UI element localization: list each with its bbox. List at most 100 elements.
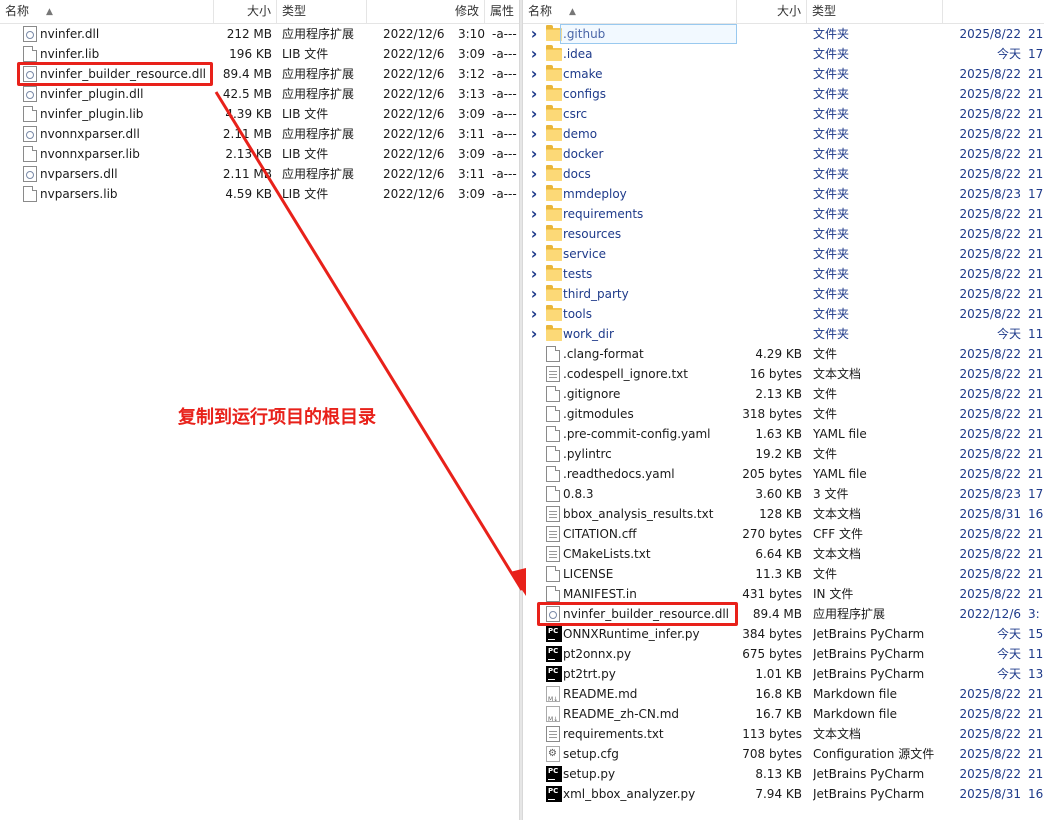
column-header-modified[interactable]: [943, 0, 1044, 23]
file-row[interactable]: › docs 文件夹 2025/8/22 21:: [523, 164, 1044, 184]
file-row[interactable]: › .idea 文件夹 今天 17:: [523, 44, 1044, 64]
text-doc-icon: [546, 546, 560, 562]
column-header-row: 名称 ▲ 大小 类型: [523, 0, 1044, 24]
chevron-right-icon[interactable]: ›: [528, 266, 540, 282]
file-row[interactable]: nvinfer_plugin.lib 4.39 KB LIB 文件 2022/12/6…: [0, 104, 519, 124]
chevron-right-icon[interactable]: ›: [528, 86, 540, 102]
file-size: 89.4 MB: [222, 67, 272, 81]
sort-ascending-icon: ▲: [569, 7, 576, 17]
chevron-right-icon[interactable]: ›: [528, 206, 540, 222]
chevron-right-icon[interactable]: ›: [528, 166, 540, 182]
column-header-name[interactable]: 名称 ▲: [0, 0, 214, 23]
file-time: 21:: [1028, 127, 1044, 141]
file-row[interactable]: nvonnxparser.dll 2.11 MB 应用程序扩展 2022/12/6 3:…: [0, 124, 519, 144]
chevron-right-icon[interactable]: ›: [528, 26, 540, 42]
file-row[interactable]: › requirements 文件夹 2025/8/22 21:: [523, 204, 1044, 224]
file-type: 文件夹: [813, 167, 850, 181]
file-row[interactable]: .gitignore 2.13 KB 文件 2025/8/22 21:: [523, 384, 1044, 404]
chevron-right-icon[interactable]: ›: [528, 246, 540, 262]
file-row[interactable]: LICENSE 11.3 KB 文件 2025/8/22 21:: [523, 564, 1044, 584]
chevron-right-icon[interactable]: ›: [528, 66, 540, 82]
file-date: 今天: [996, 647, 1021, 661]
chevron-right-icon[interactable]: ›: [528, 106, 540, 122]
file-row[interactable]: PC setup.py 8.13 KB JetBrains PyCharm 2025/8…: [523, 764, 1044, 784]
file-row[interactable]: MANIFEST.in 431 bytes IN 文件 2025/8/22 21:: [523, 584, 1044, 604]
chevron-right-icon[interactable]: ›: [528, 126, 540, 142]
file-row[interactable]: CMakeLists.txt 6.64 KB 文本文档 2025/8/22 21:: [523, 544, 1044, 564]
file-name: nvonnxparser.dll: [40, 127, 140, 141]
file-type: 文件夹: [813, 47, 850, 61]
file-row[interactable]: PC pt2onnx.py 675 bytes JetBrains PyCharm 今天…: [523, 644, 1044, 664]
file-attr: -a---: [492, 47, 517, 61]
file-row[interactable]: › csrc 文件夹 2025/8/22 21:: [523, 104, 1044, 124]
column-header-type[interactable]: 类型: [807, 0, 943, 23]
column-header-modified[interactable]: 修改: [367, 0, 485, 23]
column-header-name[interactable]: 名称 ▲: [523, 0, 737, 23]
file-date: 2022/12/6: [383, 187, 445, 201]
chevron-right-icon[interactable]: ›: [528, 326, 540, 342]
file-name: .readthedocs.yaml: [563, 467, 675, 481]
column-header-size[interactable]: 大小: [214, 0, 277, 23]
file-icon: [23, 186, 37, 202]
file-row[interactable]: README_zh-CN.md 16.7 KB Markdown file 2025/…: [523, 704, 1044, 730]
file-row[interactable]: setup.cfg 708 bytes Configuration 源文件 2025/…: [523, 744, 1044, 764]
chevron-right-icon[interactable]: ›: [528, 286, 540, 302]
file-row[interactable]: › third_party 文件夹 2025/8/22 21:: [523, 284, 1044, 304]
column-header-size[interactable]: 大小: [737, 0, 807, 23]
file-row[interactable]: › work_dir 文件夹 今天 11:: [523, 324, 1044, 344]
chevron-right-icon[interactable]: ›: [528, 306, 540, 322]
file-row[interactable]: .readthedocs.yaml 205 bytes YAML file 2025/…: [523, 464, 1044, 484]
file-date: 2025/8/22: [959, 87, 1021, 101]
file-row[interactable]: PC xml_bbox_analyzer.py 7.94 KB JetBrains P…: [523, 784, 1044, 804]
file-name: MANIFEST.in: [563, 587, 637, 601]
file-row[interactable]: .pylintrc 19.2 KB 文件 2025/8/22 21:: [523, 444, 1044, 464]
file-type: 文件夹: [813, 107, 850, 121]
file-name: CMakeLists.txt: [563, 547, 651, 561]
file-row[interactable]: nvonnxparser.lib 2.13 KB LIB 文件 2022/12/6 3:…: [0, 144, 519, 164]
file-row[interactable]: PC ONNXRuntime_infer.py 384 bytes JetBrains…: [523, 624, 1044, 644]
file-row[interactable]: nvparsers.dll 2.11 MB 应用程序扩展 2022/12/6 3:11-…: [0, 164, 519, 184]
file-row[interactable]: PCpt2trt.py 1.01 KB JetBrains PyCharm 今天 13:: [523, 664, 1044, 684]
file-row[interactable]: › service 文件夹 2025/8/22 21:: [523, 244, 1044, 264]
file-size: 2.13 KB: [755, 387, 802, 401]
file-type: IN 文件: [813, 587, 854, 601]
file-icon: [546, 406, 560, 422]
file-row[interactable]: .pre-commit-config.yaml 1.63 KB YAML file 2…: [523, 424, 1044, 444]
file-row[interactable]: nvinfer_plugin.dll 42.5 MB 应用程序扩展 2022/12/6…: [0, 84, 519, 104]
folder-icon: [546, 85, 562, 101]
column-header-type[interactable]: 类型: [277, 0, 367, 23]
chevron-right-icon[interactable]: ›: [528, 186, 540, 202]
file-row[interactable]: .gitmodules 318 bytes 文件 2025/8/22 21:: [523, 404, 1044, 424]
file-attr: -a---: [492, 167, 517, 181]
chevron-right-icon[interactable]: ›: [528, 226, 540, 242]
file-row[interactable]: .codespell_ignore.txt 16 bytes 文本文档 2025/8/…: [523, 364, 1044, 384]
file-name: CITATION.cff: [563, 527, 637, 541]
file-row[interactable]: README.md 16.8 KB Markdown file 2025/8/22 21…: [523, 684, 1044, 710]
file-row[interactable]: .clang-format 4.29 KB 文件 2025/8/22 21:: [523, 344, 1044, 364]
file-row[interactable]: 0.8.3 3.60 KB 3 文件 2025/8/23 17:: [523, 484, 1044, 504]
file-row[interactable]: › cmake 文件夹 2025/8/22 21:: [523, 64, 1044, 84]
file-type: Configuration 源文件: [813, 747, 935, 761]
file-time: 15:: [1028, 627, 1044, 641]
file-date: 2025/8/23: [959, 487, 1021, 501]
file-row[interactable]: CITATION.cff 270 bytes CFF 文件 2025/8/22 21:: [523, 524, 1044, 544]
file-row[interactable]: nvinfer.dll 212 MB 应用程序扩展 2022/12/6 3:10 -a--…: [0, 24, 519, 44]
column-header-attr[interactable]: 属性: [485, 0, 519, 23]
file-row[interactable]: › tests 文件夹 2025/8/22 21:: [523, 264, 1044, 284]
file-row[interactable]: › docker 文件夹 2025/8/22 21:: [523, 144, 1044, 164]
file-row[interactable]: requirements.txt 113 bytes 文本文档 2025/8/22 21…: [523, 724, 1044, 744]
file-row[interactable]: nvparsers.lib 4.59 KB LIB 文件 2022/12/6 3:09-…: [0, 184, 519, 204]
file-row[interactable]: bbox_analysis_results.txt 128 KB 文本文档 2025/…: [523, 504, 1044, 524]
file-row[interactable]: nvinfer.lib 196 KB LIB 文件 2022/12/6 3:09 -a--…: [0, 44, 519, 64]
file-row[interactable]: › tools 文件夹 2025/8/22 21:: [523, 304, 1044, 324]
file-row[interactable]: › resources 文件夹 2025/8/22 21:: [523, 224, 1044, 244]
file-date: 2022/12/6: [383, 27, 445, 41]
file-date: 2022/12/6: [383, 107, 445, 121]
file-row[interactable]: › configs 文件夹 2025/8/22 21:: [523, 84, 1044, 104]
file-row[interactable]: › demo 文件夹 2025/8/22 21:: [523, 124, 1044, 144]
chevron-right-icon[interactable]: ›: [528, 146, 540, 162]
markdown-icon: [546, 706, 560, 730]
file-name: 0.8.3: [563, 487, 594, 501]
file-row[interactable]: › mmdeploy 文件夹 2025/8/23 17:: [523, 184, 1044, 204]
chevron-right-icon[interactable]: ›: [528, 46, 540, 62]
